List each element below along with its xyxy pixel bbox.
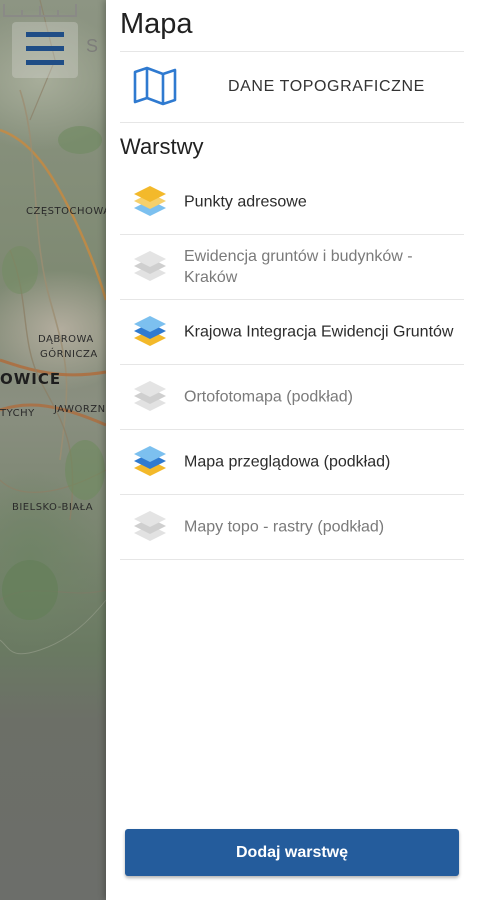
map-label-gornicza: GÓRNICZA [40, 349, 98, 360]
layer-item-krajowa-integracja[interactable]: Krajowa Integracja Ewidencji Gruntów [120, 300, 464, 365]
scale-bar-icon [3, 4, 77, 17]
layer-label: Ewidencja gruntów i budynków - Kraków [184, 248, 413, 286]
map-label-bielsko: BIELSKO-BIAŁA [12, 502, 94, 513]
layers-stack-blue-icon [134, 446, 166, 476]
layers-stack-gray-icon [134, 381, 166, 411]
layer-label: Punkty adresowe [184, 193, 307, 211]
layers-drawer: Mapa DANE TOPOGRAFICZNE Warstwy Punkty a… [106, 0, 478, 900]
map-label-czestochowa: CZĘSTOCHOWA [26, 206, 111, 217]
layer-item-mapy-topo[interactable]: Mapy topo - rastry (podkład) [120, 495, 464, 560]
topographic-data-label: DANE TOPOGRAFICZNE [228, 78, 425, 95]
map-label-katowice: OWICE [0, 370, 62, 388]
layers-section-title: Warstwy [120, 134, 204, 159]
map-label-dabrowa: DĄBROWA [38, 334, 94, 345]
layer-list: Punkty adresowe Ewidencja gruntów i budy… [120, 170, 464, 560]
hamburger-menu-icon-bar [26, 60, 64, 65]
map-label-jaworzno: JAWORZNO [54, 404, 114, 415]
layer-item-punkty-adresowe[interactable]: Punkty adresowe [120, 170, 464, 235]
map-icon [133, 66, 177, 106]
hamburger-menu-button[interactable] [12, 22, 78, 78]
layer-item-ewidencja-krakow[interactable]: Ewidencja gruntów i budynków - Kraków [120, 235, 464, 300]
hamburger-menu-icon [26, 32, 64, 37]
divider [120, 122, 464, 123]
layers-stack-gray-icon [134, 251, 166, 281]
layer-label: Mapy topo - rastry (podkład) [184, 518, 385, 536]
map-label-tychy: TYCHY [0, 408, 35, 419]
add-layer-button[interactable]: Dodaj warstwę [125, 829, 459, 876]
layer-item-ortofotomapa[interactable]: Ortofotomapa (podkład) [120, 365, 464, 430]
layers-stack-gray-icon [134, 511, 166, 541]
search-field-peek[interactable]: S [86, 36, 98, 57]
layers-stack-yellow-icon [134, 186, 166, 216]
layer-label: Mapa przeglądowa (podkład) [184, 453, 391, 471]
layer-label: Ortofotomapa (podkład) [184, 388, 353, 406]
layers-stack-blue-icon [134, 316, 166, 346]
topographic-data-button[interactable]: DANE TOPOGRAFICZNE [120, 52, 464, 122]
layer-label: Krajowa Integracja Ewidencji Gruntów [184, 323, 454, 341]
hamburger-menu-icon-bar [26, 46, 64, 51]
layer-item-mapa-przegladowa[interactable]: Mapa przeglądowa (podkład) [120, 430, 464, 495]
drawer-title: Mapa [120, 8, 193, 40]
